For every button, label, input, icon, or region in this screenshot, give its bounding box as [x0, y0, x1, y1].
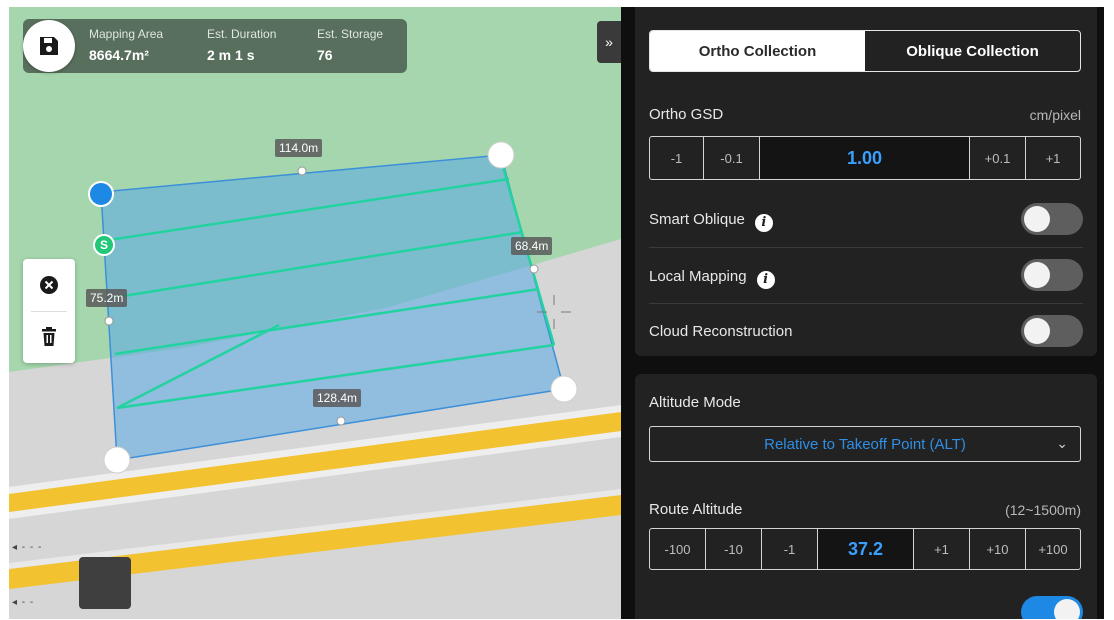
map-scale-marker: ◂ ‐ ‐ ‐ — [12, 542, 43, 553]
gsd-minus-0.1-button[interactable]: -0.1 — [704, 137, 760, 179]
map-canvas — [9, 141, 621, 619]
ortho-gsd-label: Ortho GSD — [649, 106, 724, 123]
alt-plus-1-button[interactable]: +1 — [914, 529, 970, 569]
edge-length-left: 75.2m — [86, 289, 128, 307]
gsd-plus-0.1-button[interactable]: +0.1 — [970, 137, 1026, 179]
ortho-gsd-stepper: -1 -0.1 1.00 +0.1 +1 — [649, 136, 1081, 180]
info-icon[interactable]: i — [756, 270, 775, 289]
close-circle-icon — [40, 276, 58, 294]
mission-stats-bar: Mapping Area 8664.7m² Est. Duration 2 m … — [23, 19, 407, 73]
altitude-mode-select[interactable]: Relative to Takeoff Point (ALT) ⌄ — [649, 426, 1081, 462]
tab-ortho-collection[interactable]: Ortho Collection — [650, 31, 865, 71]
start-marker[interactable]: S — [93, 234, 115, 256]
stat-label: Est. Duration — [207, 27, 277, 41]
route-altitude-label: Route Altitude — [649, 501, 743, 518]
alt-minus-1-button[interactable]: -1 — [762, 529, 818, 569]
stat-mapping-area: Mapping Area 8664.7m² — [89, 27, 163, 63]
save-button[interactable] — [23, 20, 75, 72]
alt-minus-100-button[interactable]: -100 — [650, 529, 706, 569]
toggle-knob — [1024, 206, 1050, 232]
chevron-down-icon: ⌄ — [1056, 435, 1068, 451]
stat-label: Mapping Area — [89, 27, 164, 41]
stat-duration: Est. Duration 2 m 1 s — [207, 27, 276, 63]
edge-length-right: 68.4m — [511, 237, 553, 255]
save-icon — [40, 37, 58, 55]
ortho-gsd-unit: cm/pixel — [1029, 107, 1081, 123]
gsd-value-input[interactable]: 1.00 — [760, 137, 970, 179]
smart-oblique-label: Smart Oblique — [649, 211, 745, 228]
cloud-reconstruction-label: Cloud Reconstruction — [649, 323, 793, 340]
start-marker-label: S — [99, 238, 108, 252]
smart-oblique-row: Smart Oblique i — [649, 211, 773, 232]
divider — [649, 303, 1083, 304]
local-mapping-toggle[interactable] — [1021, 259, 1083, 291]
map-view[interactable]: S Mapping Area 8664.7m² Est. Duration 2 … — [9, 7, 621, 619]
collection-mode-tabs: Ortho Collection Oblique Collection — [649, 30, 1081, 72]
alt-minus-10-button[interactable]: -10 — [706, 529, 762, 569]
toggle-knob — [1024, 262, 1050, 288]
stat-storage: Est. Storage 76 — [317, 27, 383, 63]
divider — [649, 247, 1083, 248]
stat-value: 76 — [317, 47, 333, 63]
altitude-mode-label: Altitude Mode — [649, 394, 741, 411]
settings-panel: Ortho Collection Oblique Collection Orth… — [621, 7, 1104, 619]
stat-value: 8664.7m² — [89, 47, 149, 63]
gsd-minus-1-button[interactable]: -1 — [650, 137, 704, 179]
map-layer-thumbnail[interactable] — [79, 557, 131, 609]
edge-length-top: 114.0m — [275, 139, 323, 157]
route-altitude-stepper: -100 -10 -1 37.2 +1 +10 +100 — [649, 528, 1081, 570]
map-tool-panel — [23, 259, 75, 363]
cloud-reconstruction-toggle[interactable] — [1021, 315, 1083, 347]
route-altitude-range: (12~1500m) — [1005, 502, 1081, 518]
map-scale-marker: ◂ ‐ ‐ — [12, 597, 35, 608]
double-chevron-right-icon: » — [605, 34, 613, 50]
stat-value: 2 m 1 s — [207, 47, 255, 63]
local-mapping-row: Local Mapping i — [649, 268, 775, 289]
trash-icon — [42, 327, 56, 346]
expand-panel-button[interactable]: » — [597, 21, 621, 63]
clear-point-button[interactable] — [23, 259, 75, 311]
collection-settings-card: Ortho Collection Oblique Collection Orth… — [635, 7, 1097, 356]
altitude-mode-value: Relative to Takeoff Point (ALT) — [764, 435, 966, 453]
stat-label: Est. Storage — [317, 27, 384, 41]
info-icon[interactable]: i — [754, 213, 773, 232]
toggle-knob — [1054, 599, 1080, 619]
toggle-knob — [1024, 318, 1050, 344]
altitude-value-input[interactable]: 37.2 — [818, 529, 914, 569]
partially-visible-toggle[interactable] — [1021, 596, 1083, 619]
gsd-plus-1-button[interactable]: +1 — [1026, 137, 1080, 179]
tab-oblique-collection[interactable]: Oblique Collection — [865, 31, 1080, 71]
delete-button[interactable] — [23, 311, 75, 363]
smart-oblique-toggle[interactable] — [1021, 203, 1083, 235]
altitude-settings-card: Altitude Mode Relative to Takeoff Point … — [635, 374, 1097, 619]
local-mapping-label: Local Mapping — [649, 268, 747, 285]
alt-plus-10-button[interactable]: +10 — [970, 529, 1026, 569]
edge-length-bottom: 128.4m — [313, 389, 362, 407]
alt-plus-100-button[interactable]: +100 — [1026, 529, 1080, 569]
